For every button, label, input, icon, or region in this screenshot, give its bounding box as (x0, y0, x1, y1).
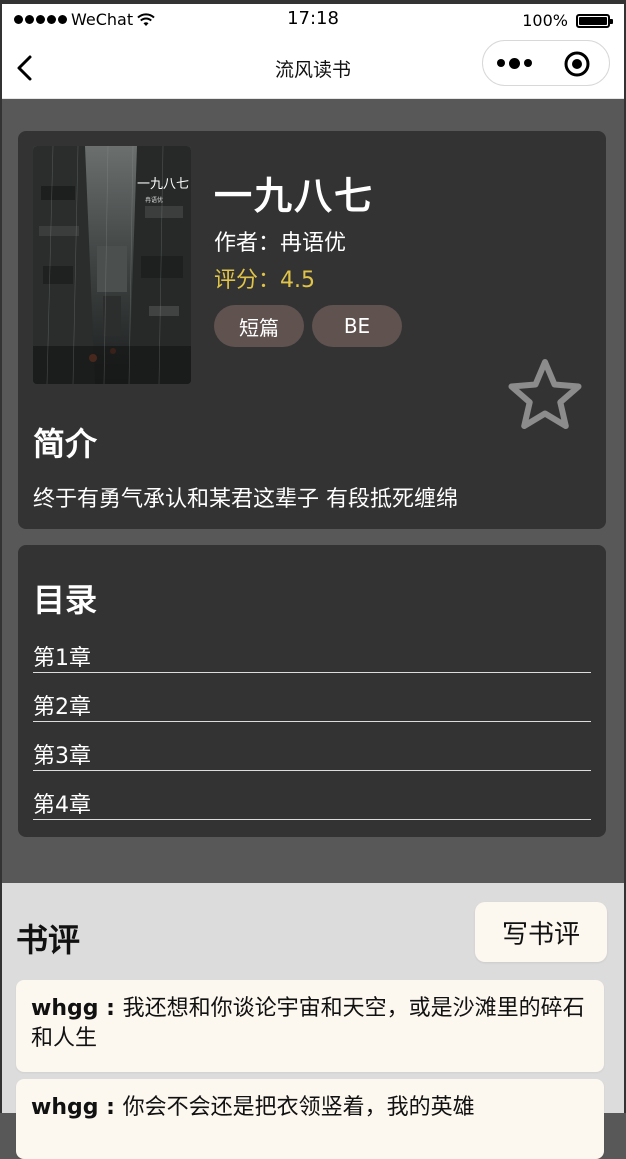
tag-chip[interactable]: 短篇 (214, 305, 304, 347)
battery-percent: 100% (522, 11, 568, 30)
review-item[interactable]: whgg : 我还想和你谈论宇宙和天空，或是沙滩里的碎石和人生 (16, 980, 604, 1072)
review-separator: : (98, 1095, 123, 1120)
more-dots-icon[interactable] (497, 52, 537, 74)
chapter-item[interactable]: 第4章 (33, 790, 591, 820)
book-cover: 一九八七 冉语优 (33, 146, 191, 384)
chapter-item[interactable]: 第1章 (33, 643, 591, 673)
toc-card: 目录 第1章 第2章 第3章 第4章 (18, 545, 606, 837)
nav-bar: 流风读书 (0, 38, 626, 99)
intro-heading: 简介 (33, 425, 98, 463)
review-user: whgg (31, 996, 99, 1021)
review-user: whgg (31, 1095, 99, 1120)
chapter-item[interactable]: 第3章 (33, 741, 591, 771)
tag-chip[interactable]: BE (312, 305, 402, 347)
intro-text: 终于有勇气承认和某君这辈子 有段抵死缠绵 (33, 487, 458, 512)
star-outline-icon[interactable] (506, 357, 584, 435)
mini-program-capsule (482, 40, 610, 86)
author-label: 作者： (214, 231, 281, 256)
reviews-section: 书评 写书评 whgg : 我还想和你谈论宇宙和天空，或是沙滩里的碎石和人生 w… (0, 883, 626, 1159)
svg-text:一九八七: 一九八七 (137, 177, 189, 192)
book-info-card: 一九八七 冉语优 一九八七 作者：冉语优 评分：4.5 短篇 BE 简介 终于有… (18, 131, 606, 529)
battery-icon (576, 13, 613, 28)
book-rating: 评分：4.5 (214, 262, 315, 294)
status-bar: WeChat 17:18 100% (0, 4, 626, 38)
target-circle-icon[interactable] (563, 50, 591, 78)
book-author: 作者：冉语优 (214, 225, 346, 257)
toc-heading: 目录 (33, 581, 98, 619)
review-item[interactable]: whgg : 你会不会还是把衣领竖着，我的英雄 (16, 1079, 604, 1159)
svg-text:冉语优: 冉语优 (145, 196, 163, 204)
review-text: 你会不会还是把衣领竖着，我的英雄 (122, 1095, 475, 1120)
rating-label: 评分： (214, 268, 281, 293)
book-title: 一九八七 (214, 174, 375, 218)
author-name[interactable]: 冉语优 (280, 231, 346, 256)
write-review-button[interactable]: 写书评 (475, 902, 607, 962)
reviews-heading: 书评 (16, 921, 81, 959)
battery-status: 100% (522, 11, 613, 30)
review-separator: : (98, 996, 123, 1021)
book-tags: 短篇 BE (214, 305, 402, 347)
rating-value: 4.5 (280, 268, 316, 293)
chapter-item[interactable]: 第2章 (33, 692, 591, 722)
